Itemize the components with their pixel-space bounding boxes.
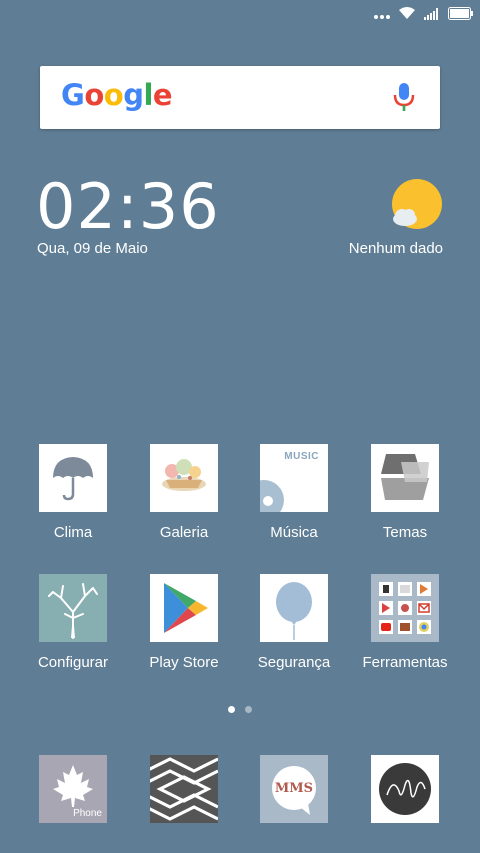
circle-signature-icon xyxy=(371,755,439,823)
dock-messaging[interactable]: MMS xyxy=(239,755,349,823)
app-label: Segurança xyxy=(257,654,331,671)
app-musica[interactable]: MUSIC Música xyxy=(239,444,349,541)
tree-icon xyxy=(39,574,107,642)
mic-icon[interactable] xyxy=(393,82,415,117)
google-search-bar[interactable]: Google xyxy=(40,66,440,129)
clock-time[interactable]: 02:36 xyxy=(36,172,220,242)
phone-text: Phone xyxy=(73,808,102,819)
dock-phone[interactable]: Phone xyxy=(18,755,128,823)
balloon-icon xyxy=(260,574,328,642)
app-clima[interactable]: Clima xyxy=(18,444,128,541)
app-play-store[interactable]: Play Store xyxy=(129,574,239,671)
app-label: Galeria xyxy=(159,524,209,541)
music-icon: MUSIC xyxy=(260,444,328,512)
phone-icon: Phone xyxy=(39,755,107,823)
app-label: Música xyxy=(270,524,318,541)
wifi-icon xyxy=(398,6,416,25)
google-logo: Google xyxy=(61,78,173,112)
messaging-icon: MMS xyxy=(260,755,328,823)
app-label: Play Store xyxy=(149,654,219,671)
music-badge: MUSIC xyxy=(284,451,319,462)
status-bar xyxy=(0,0,480,30)
app-label: Ferramentas xyxy=(362,654,448,671)
status-icons xyxy=(374,6,474,25)
app-label: Clima xyxy=(53,524,93,541)
weather-status: Nenhum dado xyxy=(348,240,443,257)
signal-icon xyxy=(424,7,440,25)
umbrella-icon xyxy=(39,444,107,512)
page-dot-active[interactable] xyxy=(228,706,235,713)
page-dot[interactable] xyxy=(245,706,252,713)
messaging-text: MMS xyxy=(274,781,314,796)
app-galeria[interactable]: Galeria xyxy=(129,444,239,541)
app-seguranca[interactable]: Segurança xyxy=(239,574,349,671)
app-label: Temas xyxy=(382,524,428,541)
play-store-icon xyxy=(150,574,218,642)
gallery-icon xyxy=(150,444,218,512)
tools-folder-icon xyxy=(371,574,439,642)
battery-icon xyxy=(448,6,474,25)
clock-date: Qua, 09 de Maio xyxy=(37,240,148,257)
dock-signature[interactable] xyxy=(350,755,460,823)
themes-icon xyxy=(371,444,439,512)
browser-pattern-icon xyxy=(150,755,218,823)
weather-sun-cloud-icon[interactable] xyxy=(390,178,444,237)
dock-browser[interactable] xyxy=(129,755,239,823)
app-configurar[interactable]: Configurar xyxy=(18,574,128,671)
page-indicator xyxy=(0,706,480,713)
app-ferramentas[interactable]: Ferramentas xyxy=(350,574,460,671)
app-label: Configurar xyxy=(37,654,109,671)
app-temas[interactable]: Temas xyxy=(350,444,460,541)
more-icon xyxy=(374,7,390,25)
